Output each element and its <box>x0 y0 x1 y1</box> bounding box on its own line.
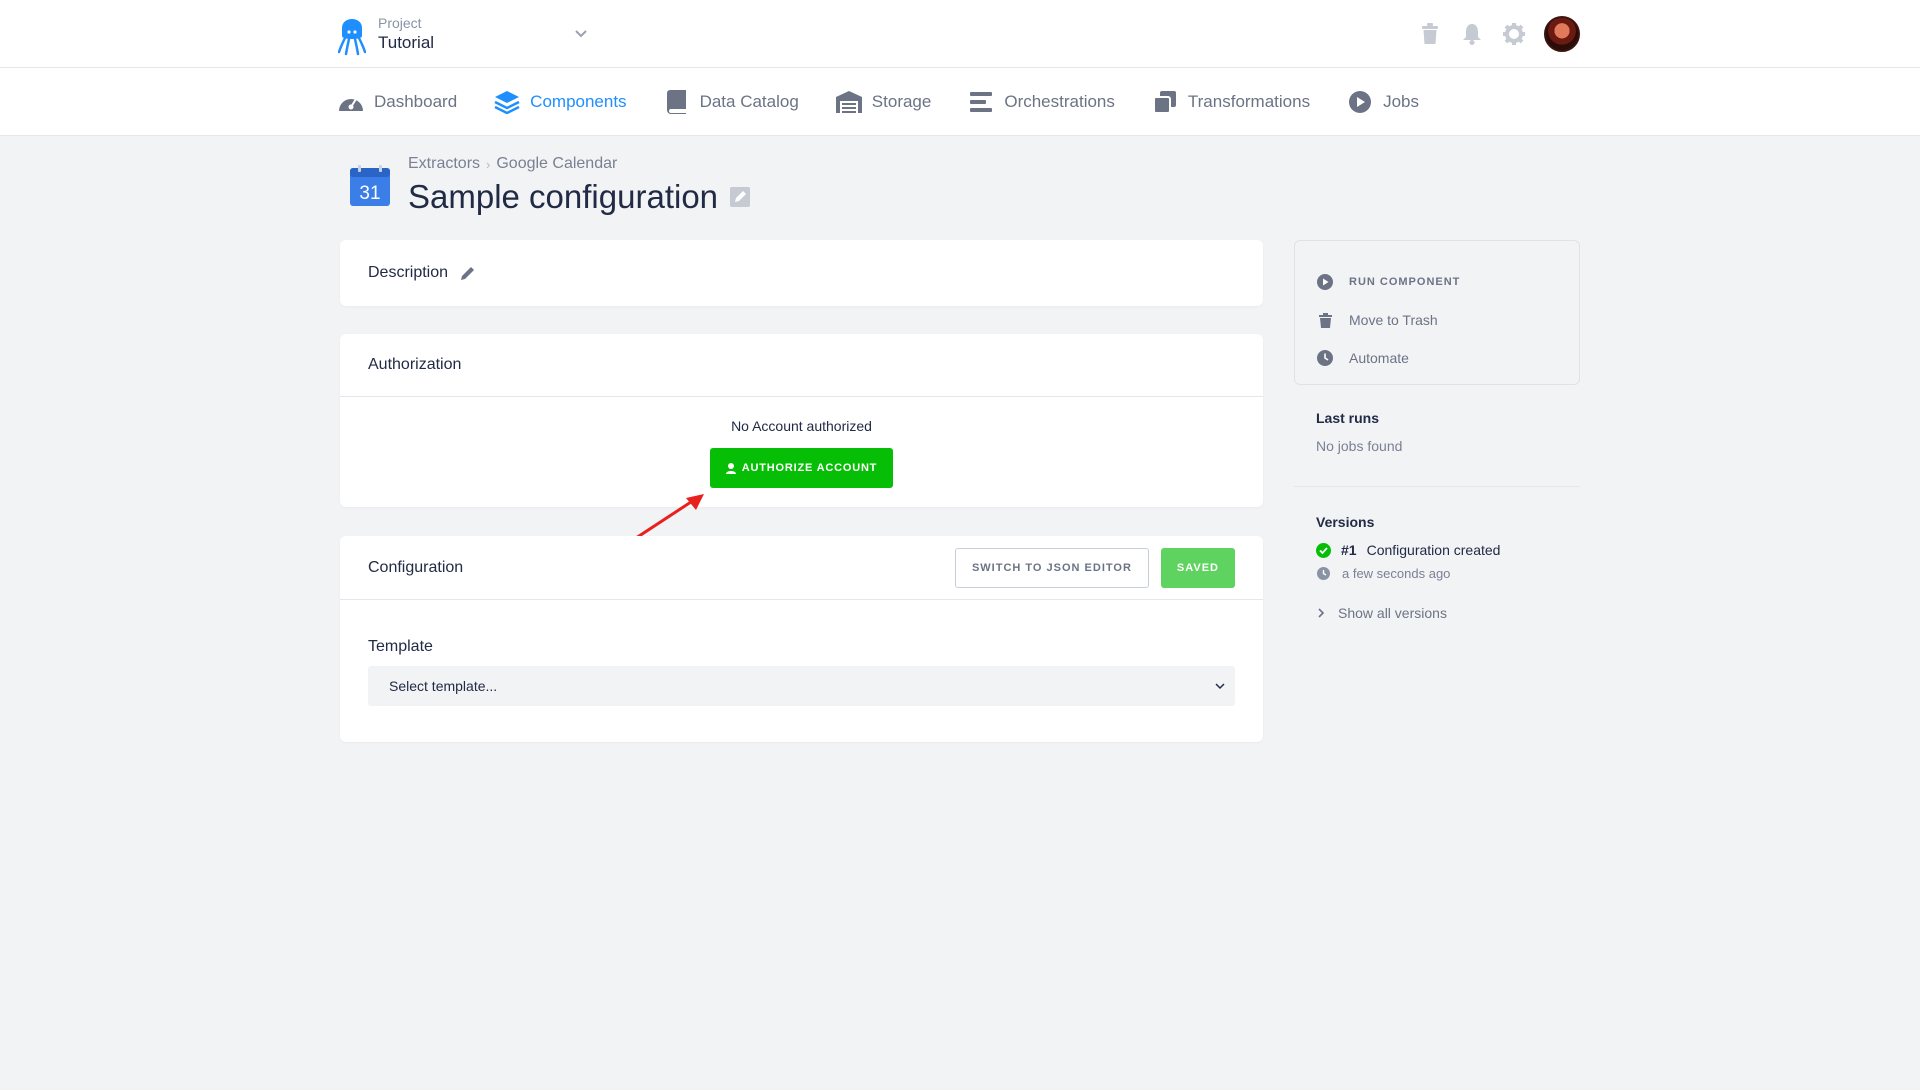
breadcrumb-google-calendar[interactable]: Google Calendar <box>496 155 617 173</box>
authorization-card: Authorization No Account authorized AUTH… <box>340 334 1263 507</box>
description-title: Description <box>368 264 449 281</box>
clock-icon <box>1317 567 1330 580</box>
version-time-row: a few seconds ago <box>1316 566 1580 581</box>
bars-icon <box>968 89 994 115</box>
edit-title-icon[interactable] <box>730 187 751 207</box>
switch-to-json-editor-button[interactable]: SWITCH TO JSON EDITOR <box>954 547 1149 588</box>
nav-item-components[interactable]: Components <box>494 89 627 115</box>
trash-icon[interactable] <box>1418 22 1442 46</box>
nav-label: Jobs <box>1383 92 1419 111</box>
trash-icon <box>1317 312 1333 328</box>
description-card: Description <box>340 240 1263 306</box>
copy-icon <box>1152 89 1178 115</box>
template-select[interactable]: Select template... <box>368 666 1235 706</box>
last-runs-empty: No jobs found <box>1316 438 1403 454</box>
configuration-card: Configuration SWITCH TO JSON EDITOR SAVE… <box>340 536 1263 742</box>
template-label: Template <box>368 638 433 655</box>
chevron-down-icon <box>1215 683 1225 690</box>
sidebar-divider <box>1294 486 1580 487</box>
run-component-button[interactable]: RUN COMPONENT <box>1317 263 1557 301</box>
template-select-value: Select template... <box>389 678 498 694</box>
automate-label: Automate <box>1349 350 1409 366</box>
nav-item-orchestrations[interactable]: Orchestrations <box>968 89 1115 115</box>
actions-panel: RUN COMPONENT Move to Trash Automate <box>1294 240 1580 385</box>
clock-icon <box>1317 350 1333 366</box>
user-avatar[interactable] <box>1544 16 1580 52</box>
calendar-day: 31 <box>359 183 380 204</box>
show-all-versions-link[interactable]: Show all versions <box>1316 605 1580 621</box>
google-calendar-icon: 31 <box>350 165 390 206</box>
warehouse-icon <box>835 89 862 115</box>
top-actions <box>1418 16 1580 52</box>
bell-icon[interactable] <box>1460 22 1484 46</box>
version-description: Configuration created <box>1366 542 1501 558</box>
run-component-label: RUN COMPONENT <box>1349 276 1461 288</box>
gear-icon[interactable] <box>1502 22 1526 46</box>
move-to-trash-label: Move to Trash <box>1349 312 1438 328</box>
move-to-trash-button[interactable]: Move to Trash <box>1317 301 1557 339</box>
layers-icon <box>494 89 520 115</box>
nav-item-storage[interactable]: Storage <box>835 89 932 115</box>
nav-item-dashboard[interactable]: Dashboard <box>338 89 457 115</box>
page-title: Sample configuration <box>408 178 751 216</box>
pencil-icon[interactable] <box>460 265 476 281</box>
chevron-down-icon[interactable] <box>573 25 589 41</box>
nav-item-transformations[interactable]: Transformations <box>1152 89 1310 115</box>
octopus-logo-icon <box>338 19 366 56</box>
chevron-right-icon <box>1318 608 1325 618</box>
nav-item-data-catalog[interactable]: Data Catalog <box>664 89 799 115</box>
authorization-title: Authorization <box>368 356 462 373</box>
user-icon <box>725 462 736 474</box>
book-icon <box>664 89 690 115</box>
check-circle-icon <box>1316 542 1331 558</box>
nav-label: Storage <box>871 92 932 111</box>
automate-button[interactable]: Automate <box>1317 339 1557 377</box>
configuration-title: Configuration <box>368 558 464 576</box>
page-title-text: Sample configuration <box>408 178 719 215</box>
show-all-versions-label: Show all versions <box>1338 605 1447 621</box>
version-number: #1 <box>1341 542 1357 558</box>
versions-title: Versions <box>1316 514 1375 530</box>
last-runs-title: Last runs <box>1316 410 1380 426</box>
nav-label: Components <box>530 92 627 111</box>
nav-label: Dashboard <box>374 92 458 111</box>
versions-section: Versions #1 Configuration created a few … <box>1316 514 1580 621</box>
version-item[interactable]: #1 Configuration created <box>1316 542 1580 558</box>
project-name: Tutorial <box>378 33 435 52</box>
dashboard-icon <box>338 89 364 115</box>
nav-label: Orchestrations <box>1004 92 1115 111</box>
main-nav: Dashboard Components Data Catalog Storag… <box>0 68 1920 136</box>
breadcrumb-separator-icon: › <box>486 156 491 172</box>
nav-label: Transformations <box>1187 92 1311 111</box>
nav-item-jobs[interactable]: Jobs <box>1347 89 1419 115</box>
authorize-account-button[interactable]: AUTHORIZE ACCOUNT <box>709 448 894 488</box>
nav-label: Data Catalog <box>699 92 799 111</box>
authorize-account-label: AUTHORIZE ACCOUNT <box>741 462 878 474</box>
saved-button[interactable]: SAVED <box>1160 547 1235 588</box>
last-runs-section: Last runs No jobs found <box>1316 410 1402 454</box>
play-circle-icon <box>1347 89 1373 115</box>
version-time: a few seconds ago <box>1342 566 1451 581</box>
top-bar: Project Tutorial <box>0 0 1920 68</box>
project-switcher[interactable]: Project Tutorial <box>338 12 434 56</box>
breadcrumb-extractors[interactable]: Extractors <box>408 155 480 173</box>
breadcrumb: Extractors › Google Calendar <box>408 155 617 173</box>
play-circle-icon <box>1317 274 1333 290</box>
project-label: Project <box>378 15 422 31</box>
authorization-status: No Account authorized <box>731 418 872 434</box>
